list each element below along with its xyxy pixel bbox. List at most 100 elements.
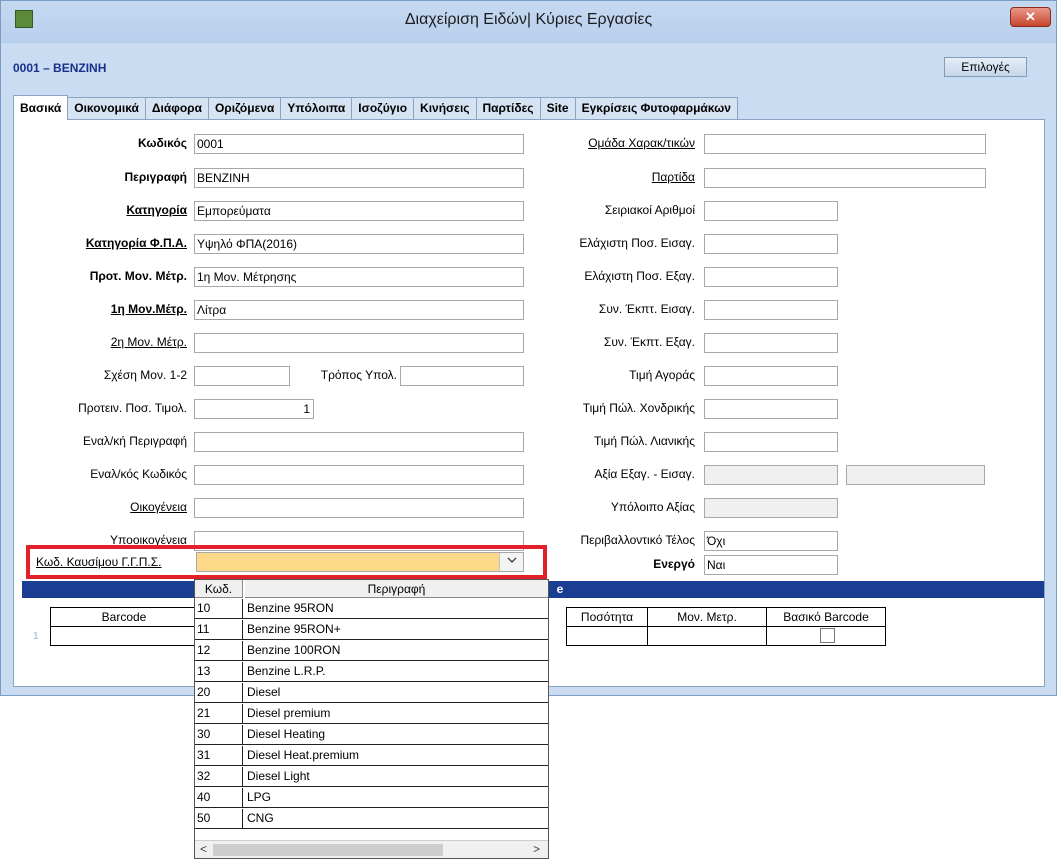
disc-in-field[interactable]: [704, 300, 838, 320]
scroll-left-icon[interactable]: <: [200, 842, 207, 856]
option-code: 12: [195, 641, 243, 661]
family-label[interactable]: Οικογένεια: [130, 500, 187, 514]
unit2-label[interactable]: 2η Μον. Μέτρ.: [111, 335, 187, 349]
tab-balances[interactable]: Υπόλοιπα: [280, 97, 353, 120]
value-io-field: [704, 465, 838, 485]
calc-method-field[interactable]: [400, 366, 524, 386]
options-button[interactable]: Επιλογές: [944, 57, 1027, 77]
tab-defined[interactable]: Οριζόμενα: [207, 97, 282, 120]
description-label: Περιγραφή: [124, 170, 187, 184]
category-field[interactable]: Εμπορεύματα: [194, 201, 524, 221]
option-code: 21: [195, 704, 243, 724]
unit1-field[interactable]: Λίτρα: [194, 300, 524, 320]
horizontal-scrollbar[interactable]: < >: [195, 840, 548, 858]
option-desc: Benzine L.R.P.: [247, 664, 326, 678]
main-barcode-col-header[interactable]: Βασικό Barcode: [766, 607, 886, 627]
dropdown-option[interactable]: 31 Diesel Heat.premium: [195, 746, 548, 766]
option-code: 40: [195, 788, 243, 808]
dropdown-option[interactable]: 30 Diesel Heating: [195, 725, 548, 745]
tab-strip: Βασικά Οικονομικά Διάφορα Οριζόμενα Υπόλ…: [13, 95, 738, 120]
quantity-cell[interactable]: [566, 626, 648, 646]
code-field[interactable]: 0001: [194, 134, 524, 154]
batch-label[interactable]: Παρτίδα: [652, 170, 695, 184]
batch-field[interactable]: [704, 168, 986, 188]
env-fee-field[interactable]: Όχι: [704, 531, 838, 551]
min-qty-out-field[interactable]: [704, 267, 838, 287]
wholesale-field[interactable]: [704, 399, 838, 419]
option-desc: Benzine 95RON: [247, 601, 334, 615]
retail-field[interactable]: [704, 432, 838, 452]
option-code: 31: [195, 746, 243, 766]
alt-description-field[interactable]: [194, 432, 524, 452]
option-desc: Benzine 95RON+: [247, 622, 341, 636]
tab-financial[interactable]: Οικονομικά: [67, 97, 146, 120]
default-unit-field[interactable]: 1η Μον. Μέτρησης: [194, 267, 524, 287]
unit2-field[interactable]: [194, 333, 524, 353]
option-desc: Diesel Heat.premium: [247, 748, 360, 762]
unit-relation-field[interactable]: [194, 366, 290, 386]
dropdown-option[interactable]: 32 Diesel Light: [195, 767, 548, 787]
unit-cell[interactable]: [647, 626, 767, 646]
tab-batches[interactable]: Παρτίδες: [475, 97, 541, 120]
family-field[interactable]: [194, 498, 524, 518]
dropdown-option[interactable]: 12 Benzine 100RON: [195, 641, 548, 661]
option-code: 50: [195, 809, 243, 829]
tab-movements[interactable]: Κινήσεις: [413, 97, 477, 120]
disc-in-label: Συν. Έκπτ. Εισαγ.: [598, 302, 695, 316]
min-qty-in-label: Ελάχιστη Ποσ. Εισαγ.: [579, 236, 695, 250]
dropdown-option[interactable]: 50 CNG: [195, 809, 548, 829]
option-desc: Diesel premium: [247, 706, 331, 720]
env-fee-label: Περιβαλλοντικό Τέλος: [580, 533, 695, 547]
barcode-cell[interactable]: [50, 626, 198, 646]
balance-value-label: Υπόλοιπο Αξίας: [610, 500, 695, 514]
option-desc: Diesel: [247, 685, 281, 699]
min-qty-out-label: Ελάχιστη Ποσ. Εξαγ.: [584, 269, 695, 283]
barcode-col-header[interactable]: Barcode: [50, 607, 198, 627]
suggested-qty-field[interactable]: 1: [194, 399, 314, 419]
dropdown-option[interactable]: 11 Benzine 95RON+: [195, 620, 548, 640]
min-qty-in-field[interactable]: [704, 234, 838, 254]
dropdown-option[interactable]: 40 LPG: [195, 788, 548, 808]
char-group-field[interactable]: [704, 134, 986, 154]
scroll-right-icon[interactable]: >: [533, 842, 540, 856]
category-label[interactable]: Κατηγορία: [126, 203, 187, 217]
tab-site[interactable]: Site: [539, 97, 576, 120]
dropdown-col-desc: Περιγραφή: [245, 580, 548, 598]
tab-pesticide-approvals[interactable]: Εγκρίσεις Φυτοφαρμάκων: [574, 97, 738, 120]
fuel-code-dropdown[interactable]: Κωδ. Περιγραφή 10 Benzine 95RON 11 Benzine…: [194, 579, 549, 859]
tab-misc[interactable]: Διάφορα: [144, 97, 209, 120]
tab-trial-balance[interactable]: Ισοζύγιο: [351, 97, 415, 120]
unit-relation-label: Σχέση Μον. 1-2: [103, 368, 187, 382]
serials-field[interactable]: [704, 201, 838, 221]
vat-category-field[interactable]: Υψηλό ΦΠΑ(2016): [194, 234, 524, 254]
option-code: 13: [195, 662, 243, 682]
close-button[interactable]: ✕: [1010, 7, 1051, 27]
option-desc: LPG: [247, 790, 272, 804]
alt-code-field[interactable]: [194, 465, 524, 485]
code-label: Κωδικός: [137, 136, 187, 150]
dropdown-option[interactable]: 10 Benzine 95RON: [195, 599, 548, 619]
dropdown-option[interactable]: 21 Diesel premium: [195, 704, 548, 724]
dropdown-option[interactable]: 20 Diesel: [195, 683, 548, 703]
buy-price-field[interactable]: [704, 366, 838, 386]
tab-basic[interactable]: Βασικά: [13, 95, 69, 120]
disc-out-field[interactable]: [704, 333, 838, 353]
unit-col-header[interactable]: Μον. Μετρ.: [647, 607, 767, 627]
scrollbar-thumb[interactable]: [213, 844, 443, 856]
wholesale-label: Τιμή Πώλ. Χονδρικής: [582, 401, 695, 415]
option-desc: Diesel Light: [247, 769, 310, 783]
highlight-box: [26, 545, 547, 579]
suggested-qty-label: Προτειν. Ποσ. Τιμολ.: [78, 401, 187, 415]
unit1-label[interactable]: 1η Μον.Μέτρ.: [111, 302, 187, 316]
value-io-label: Αξία Εξαγ. - Εισαγ.: [594, 467, 695, 481]
main-barcode-checkbox[interactable]: [820, 628, 835, 643]
active-field[interactable]: Ναι: [704, 555, 838, 575]
quantity-col-header[interactable]: Ποσότητα: [566, 607, 648, 627]
value-io-field-2: [846, 465, 985, 485]
vat-category-label[interactable]: Κατηγορία Φ.Π.Α.: [86, 236, 187, 250]
dropdown-option[interactable]: 13 Benzine L.R.P.: [195, 662, 548, 682]
char-group-label[interactable]: Ομάδα Χαρακ/τικών: [588, 136, 695, 150]
dropdown-col-code: Κωδ.: [195, 580, 243, 598]
option-desc: CNG: [247, 811, 274, 825]
description-field[interactable]: BENZINH: [194, 168, 524, 188]
